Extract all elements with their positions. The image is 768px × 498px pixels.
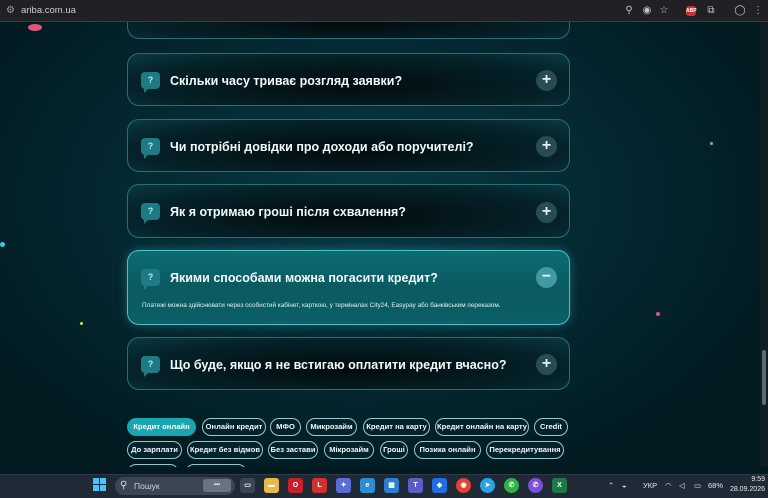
expand-plus-icon[interactable]: + — [536, 136, 557, 157]
tag-link[interactable]: МФО — [270, 418, 301, 436]
faq-item[interactable]: ? Скільки часу триває розгляд заявки? + — [127, 53, 570, 106]
profile-icon[interactable]: ◯ — [733, 4, 747, 18]
tag-link[interactable]: Credit — [534, 418, 568, 436]
faq-question: Чи потрібні довідки про доходи або поруч… — [170, 140, 474, 154]
task-view-icon[interactable]: ▭ — [240, 478, 255, 493]
collapse-minus-icon[interactable]: − — [536, 267, 557, 288]
star-icon[interactable]: ☆ — [657, 4, 671, 18]
question-icon: ? — [141, 203, 160, 224]
scrollbar-thumb[interactable] — [762, 350, 766, 405]
tag-link[interactable]: Кредит без відмов — [187, 441, 263, 459]
battery-percent: 68% — [708, 481, 724, 490]
viber-icon[interactable]: ✆ — [528, 478, 543, 493]
menu-icon[interactable]: ⋮ — [751, 4, 765, 18]
tag-link[interactable]: До зарплати — [127, 441, 182, 459]
file-explorer-icon[interactable]: ▬ — [264, 478, 279, 493]
faq-question: Якими способами можна погасити кредит? — [170, 271, 438, 285]
extensions-icon[interactable]: ⧉ — [704, 4, 718, 18]
store-icon[interactable]: ▦ — [384, 478, 399, 493]
faq-card-previous — [127, 22, 570, 39]
eye-off-icon[interactable]: ◉ — [640, 4, 654, 18]
windows-start-icon[interactable] — [93, 478, 107, 492]
dropbox-icon[interactable]: ◆ — [432, 478, 447, 493]
faq-item[interactable]: ? Що буде, якщо я не встигаю оплатити кр… — [127, 337, 570, 390]
page-content: ? Скільки часу триває розгляд заявки? + … — [0, 22, 760, 467]
tag-link[interactable]: Онлайн кредит — [202, 418, 266, 436]
faq-item-expanded[interactable]: ? Якими способами можна погасити кредит?… — [127, 250, 570, 325]
app-l-icon[interactable]: L — [312, 478, 327, 493]
chrome-icon[interactable]: ◉ — [456, 478, 471, 493]
question-icon: ? — [141, 138, 160, 159]
teams-icon[interactable]: T — [408, 478, 423, 493]
faq-answer: Платежі можна здійснювати через особисти… — [142, 302, 501, 309]
search-icon: ⚲ — [120, 480, 128, 491]
adblock-icon[interactable]: ABP — [686, 6, 697, 16]
copilot-icon[interactable]: ✦ — [336, 478, 351, 493]
telegram-icon[interactable]: ➤ — [480, 478, 495, 493]
tag-link[interactable]: Без застави — [268, 441, 318, 459]
tag-link[interactable]: Кредит онлайн — [127, 418, 196, 436]
tag-link[interactable]: Перекредитування — [486, 441, 564, 459]
tray-chevron-icon[interactable]: ⌃ — [608, 478, 614, 493]
question-icon: ? — [141, 72, 160, 93]
tag-link[interactable]: Мікрозайм — [324, 441, 374, 459]
zoom-icon[interactable]: ⚲ — [622, 4, 636, 18]
question-icon: ? — [141, 356, 160, 377]
expand-plus-icon[interactable]: + — [536, 70, 557, 91]
clock-time[interactable]: 9:59 — [735, 475, 765, 485]
language-indicator[interactable]: УКР — [643, 478, 657, 493]
site-info-icon[interactable]: ⚙ — [5, 5, 16, 16]
clock-date[interactable]: 28.09.2026 — [727, 485, 765, 495]
opera-icon[interactable]: O — [288, 478, 303, 493]
decor-dot — [80, 322, 83, 325]
address-bar[interactable]: ariba.com.ua — [21, 4, 76, 18]
page-bottom-edge — [0, 467, 768, 474]
edge-icon[interactable]: e — [360, 478, 375, 493]
faq-item[interactable]: ? Чи потрібні довідки про доходи або пор… — [127, 119, 570, 172]
tag-link[interactable]: Микрозайм — [306, 418, 357, 436]
tag-link[interactable]: Гроші — [380, 441, 408, 459]
tag-link[interactable]: Позика онлайн — [414, 441, 481, 459]
expand-plus-icon[interactable]: + — [536, 354, 557, 375]
decor-dot — [656, 312, 660, 316]
wifi-icon[interactable]: ◠ — [665, 478, 672, 493]
tray-app-icon[interactable]: ◒ — [622, 478, 627, 493]
question-icon: ? — [141, 269, 160, 290]
excel-icon[interactable]: X — [552, 478, 567, 493]
faq-question: Як я отримаю гроші після схвалення? — [170, 205, 406, 219]
browser-toolbar: ⚙ ariba.com.ua ⚲ ◉ ☆ ABP ⧉ ◯ ⋮ — [0, 0, 768, 22]
tag-link[interactable]: Кредит онлайн на карту — [435, 418, 529, 436]
decor-dot — [0, 242, 5, 247]
tag-link[interactable]: Кредит на карту — [363, 418, 430, 436]
volume-icon[interactable]: ◁ — [679, 478, 685, 493]
whatsapp-icon[interactable]: ✆ — [504, 478, 519, 493]
decor-petal — [28, 24, 42, 31]
search-placeholder: Пошук — [134, 481, 160, 491]
faq-question: Скільки часу триває розгляд заявки? — [170, 74, 403, 88]
decor-dot — [710, 142, 713, 145]
battery-icon[interactable]: ▭ — [694, 478, 701, 493]
faq-question: Що буде, якщо я не встигаю оплатити кред… — [170, 358, 507, 372]
expand-plus-icon[interactable]: + — [536, 202, 557, 223]
search-highlight-image: ▪▪▪ — [203, 479, 231, 492]
faq-item[interactable]: ? Як я отримаю гроші після схвалення? + — [127, 184, 570, 238]
